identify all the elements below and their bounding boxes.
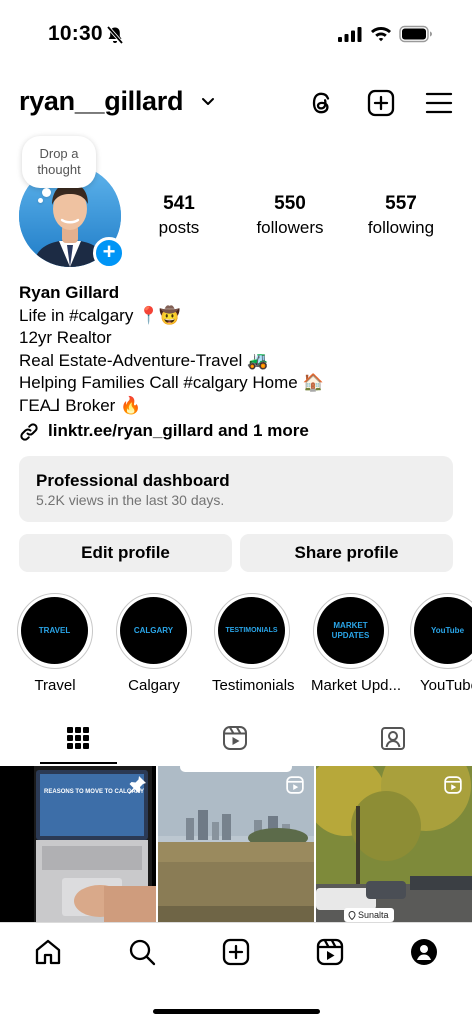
stat-followers[interactable]: 550 followers (250, 193, 330, 238)
highlight-caption: Testimonials (212, 677, 295, 694)
bio-line: 12yr Realtor (19, 328, 112, 348)
note-bubble[interactable]: Drop a thought (22, 136, 96, 188)
stat-label: followers (256, 218, 324, 237)
highlight-calgary[interactable]: CALGARY Calgary (114, 593, 194, 694)
username-switcher[interactable]: ryan__gillard (19, 86, 183, 117)
bell-muted-icon (106, 25, 124, 45)
highlight-travel[interactable]: TRAVEL Travel (15, 593, 95, 694)
status-bar: 10:30 (0, 0, 472, 64)
tagged-icon (381, 727, 405, 750)
profile-bio: Ryan Gillard Life in #calgary 📍🤠 12yr Re… (19, 282, 459, 418)
highlight-ring: YouTube (410, 593, 472, 669)
highlight-caption: Calgary (128, 677, 180, 694)
home-indicator (153, 1009, 320, 1014)
home-icon[interactable] (33, 937, 63, 967)
display-name: Ryan Gillard (19, 283, 120, 302)
highlight-cover: MARKET UPDATES (317, 597, 384, 664)
create-icon[interactable] (221, 937, 251, 967)
reels-icon (223, 726, 247, 750)
create-icon[interactable] (366, 88, 396, 118)
note-bubble-tail-small (38, 198, 43, 203)
stat-posts[interactable]: 541 posts (148, 193, 210, 238)
highlight-caption: Market Upd... (311, 677, 402, 694)
link-icon (20, 423, 38, 441)
highlight-ring: CALGARY (116, 593, 192, 669)
dashboard-subtitle: 5.2K views in the last 30 days. (36, 492, 225, 508)
highlight-testimonials[interactable]: TESTIMONIALS Testimonials (212, 593, 295, 694)
link-text[interactable]: linktr.ee/ryan_gillard and 1 more (48, 421, 309, 441)
highlight-ring: MARKET UPDATES (313, 593, 389, 669)
stat-value: 541 (163, 193, 195, 214)
reels-icon (444, 776, 462, 794)
tab-reels[interactable] (157, 716, 314, 764)
highlight-cover: CALGARY (120, 597, 187, 664)
reels-icon[interactable] (315, 937, 345, 967)
note-bubble-tail (42, 188, 51, 197)
post-overlay-text: REASONS TO MOVE TO CALGARY (44, 789, 144, 795)
highlight-cover: TRAVEL (21, 597, 88, 664)
highlight-market-updates[interactable]: MARKET UPDATES Market Upd... (311, 593, 402, 694)
chevron-down-icon[interactable] (200, 95, 216, 109)
stat-value: 550 (274, 193, 306, 214)
menu-icon[interactable] (424, 88, 454, 118)
threads-icon[interactable] (307, 88, 337, 118)
wifi-icon (371, 27, 391, 42)
search-icon[interactable] (127, 937, 157, 967)
add-story-button[interactable]: + (93, 237, 125, 269)
highlight-cover: YouTube (414, 597, 472, 664)
profile-header: ryan__gillard (0, 78, 472, 126)
post-thumbnail[interactable]: Sunalta (316, 766, 472, 922)
highlight-ring: TESTIMONIALS (214, 593, 290, 669)
tab-tagged[interactable] (315, 716, 472, 764)
profile-tabs (0, 716, 472, 764)
dashboard-title: Professional dashboard (36, 471, 230, 490)
posts-grid: REASONS TO MOVE TO CALGARY Sunalta (0, 766, 472, 922)
share-profile-button[interactable]: Share profile (240, 534, 453, 572)
highlight-youtube[interactable]: YouTube YouTube (406, 593, 472, 694)
bio-line: ΓEA⅃ Broker 🔥 (19, 395, 142, 415)
battery-icon (399, 25, 432, 43)
professional-dashboard[interactable]: Professional dashboard 5.2K views in the… (19, 456, 453, 522)
stat-label: following (367, 218, 435, 237)
highlight-caption: YouTube (420, 677, 472, 694)
highlight-cover: TESTIMONIALS (218, 597, 285, 664)
highlight-caption: Travel (34, 677, 76, 694)
location-sticker (180, 766, 292, 772)
bio-line: Helping Families Call #calgary Home 🏠 (19, 373, 324, 393)
location-pin-icon (348, 911, 356, 920)
bio-line: Life in #calgary 📍🤠 (19, 305, 181, 325)
grid-icon (67, 727, 89, 749)
post-thumbnail[interactable] (158, 766, 314, 922)
stat-value: 557 (385, 193, 417, 214)
profile-icon[interactable] (409, 937, 439, 967)
cellular-signal-icon (338, 27, 362, 42)
stat-following[interactable]: 557 following (361, 193, 441, 238)
bottom-navigation (0, 922, 472, 992)
post-thumbnail[interactable]: REASONS TO MOVE TO CALGARY (0, 766, 156, 922)
edit-profile-button[interactable]: Edit profile (19, 534, 232, 572)
stat-label: posts (158, 218, 200, 237)
reels-icon (286, 776, 304, 794)
bio-line: Real Estate-Adventure-Travel 🚜 (19, 350, 269, 370)
active-tab-indicator (40, 762, 117, 764)
status-time: 10:30 (48, 22, 103, 45)
tab-posts-grid[interactable] (0, 716, 157, 764)
highlight-ring: TRAVEL (17, 593, 93, 669)
